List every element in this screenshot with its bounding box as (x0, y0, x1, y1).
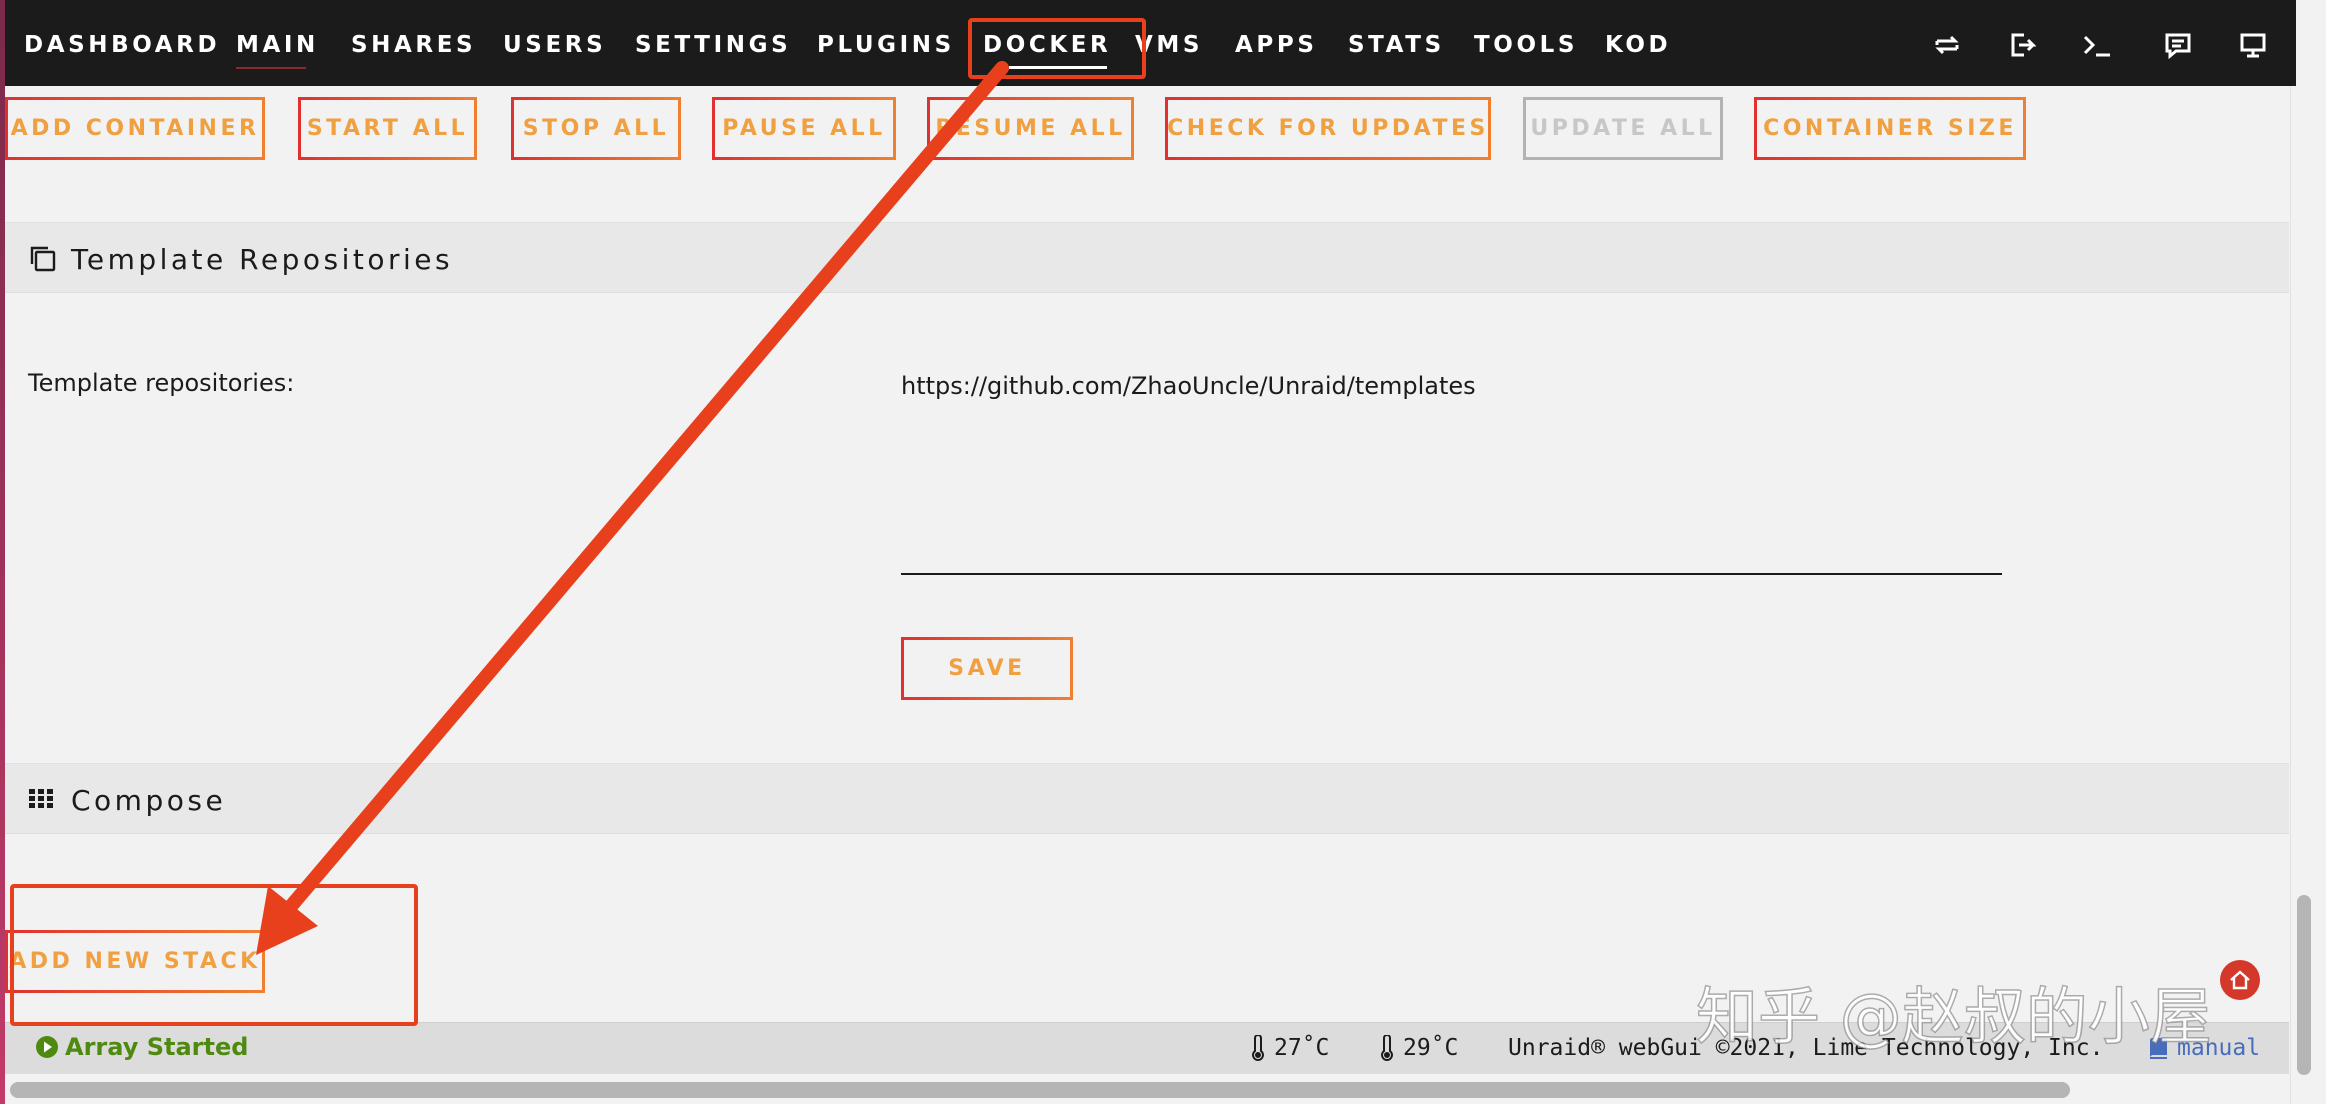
terminal-icon[interactable] (2082, 30, 2112, 60)
temperature-1: 27˚C (1250, 1035, 1329, 1061)
template-repositories-header: Template Repositories (5, 222, 2289, 293)
check-for-updates-button[interactable]: CHECK FOR UPDATES (1165, 97, 1491, 160)
temperature-2: 29˚C (1379, 1035, 1458, 1061)
textarea-underline (901, 573, 2002, 575)
home-icon (2230, 970, 2250, 990)
vertical-scrollbar[interactable] (2297, 895, 2311, 1075)
monitor-icon[interactable] (2238, 30, 2268, 60)
compose-header: Compose (5, 763, 2289, 834)
horizontal-scrollbar[interactable] (10, 1082, 2070, 1098)
copy-icon (27, 243, 57, 273)
nav-settings[interactable]: SETTINGS (635, 0, 791, 86)
array-status: Array Started (35, 1033, 248, 1061)
stop-all-button[interactable]: STOP ALL (511, 97, 681, 160)
update-all-button: UPDATE ALL (1523, 97, 1723, 160)
save-button[interactable]: SAVE (901, 637, 1073, 700)
play-circle-icon (36, 1036, 58, 1058)
resume-all-button[interactable]: RESUME ALL (927, 97, 1134, 160)
switch-icon[interactable] (1932, 30, 1962, 60)
grid-icon (27, 784, 57, 814)
zhihu-watermark: 知乎 @赵叔的小屋 (1695, 979, 2212, 1054)
nav-tools[interactable]: TOOLS (1474, 0, 1578, 86)
nav-stats[interactable]: STATS (1348, 0, 1445, 86)
start-all-button[interactable]: START ALL (298, 97, 477, 160)
temperature-1-value: 27˚C (1274, 1035, 1330, 1061)
nav-apps[interactable]: APPS (1235, 0, 1317, 86)
container-size-button[interactable]: CONTAINER SIZE (1754, 97, 2026, 160)
thermometer-icon (1381, 1035, 1393, 1061)
add-stack-highlight-box (10, 884, 418, 1026)
pause-all-button[interactable]: PAUSE ALL (712, 97, 896, 160)
top-navigation: DASHBOARD MAIN SHARES USERS SETTINGS PLU… (5, 0, 2296, 86)
template-repositories-textarea[interactable]: https://github.com/ZhaoUncle/Unraid/temp… (901, 372, 1476, 400)
template-repositories-label: Template repositories: (28, 369, 295, 397)
temperature-2-value: 29˚C (1403, 1035, 1459, 1061)
floating-home-button[interactable] (2220, 960, 2260, 1000)
array-status-text: Array Started (65, 1033, 249, 1061)
feedback-icon[interactable] (2163, 30, 2193, 60)
nav-dashboard[interactable]: DASHBOARD (24, 0, 220, 86)
nav-shares[interactable]: SHARES (351, 0, 476, 86)
template-repositories-title: Template Repositories (71, 243, 454, 276)
nav-main[interactable]: MAIN (236, 0, 319, 86)
nav-kod[interactable]: KOD (1605, 0, 1671, 86)
compose-title: Compose (71, 784, 227, 817)
nav-plugins[interactable]: PLUGINS (817, 0, 955, 86)
docker-highlight-box (968, 18, 1146, 79)
add-container-button[interactable]: ADD CONTAINER (5, 97, 265, 160)
thermometer-icon (1252, 1035, 1264, 1061)
nav-users[interactable]: USERS (503, 0, 606, 86)
logout-icon[interactable] (2007, 30, 2037, 60)
